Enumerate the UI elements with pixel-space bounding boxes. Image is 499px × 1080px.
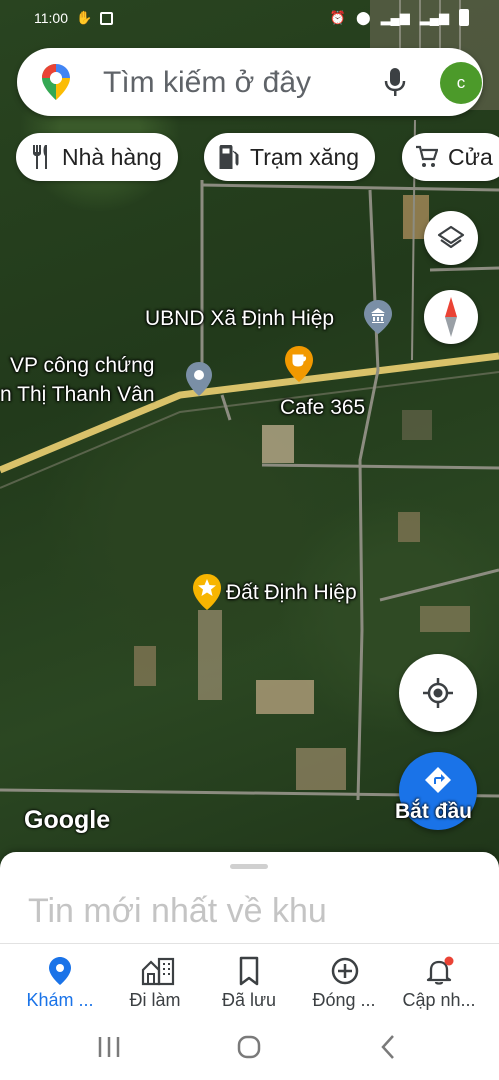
government-pin-icon[interactable] — [364, 300, 392, 334]
nav-label: Khám ... — [26, 990, 94, 1010]
avatar[interactable]: c — [440, 62, 482, 104]
directions-icon — [425, 767, 451, 793]
add-circle-icon — [331, 957, 359, 985]
nav-label: Cập nh... — [402, 990, 476, 1010]
bookmark-icon — [239, 956, 259, 986]
compass-button[interactable] — [424, 290, 478, 344]
bottom-sheet[interactable]: Tin mới nhất về khu — [0, 852, 499, 952]
signal-icon-2: ▂▄▆ — [419, 9, 449, 25]
chip-label: Nhà hàng — [62, 143, 162, 170]
office-pin-icon[interactable] — [186, 362, 212, 396]
nav-label: Đã lưu — [221, 990, 277, 1010]
map-label-vp-line2[interactable]: n Thị Thanh Vân — [0, 383, 155, 407]
google-logo: Google — [24, 806, 111, 834]
chip-gas-stations[interactable]: Trạm xăng — [204, 133, 376, 181]
map-view[interactable]: UBND Xã Định Hiệp VP công chứng n Thị Th… — [0, 0, 499, 880]
status-bar: 11:00 ✋ ⏰ ⬤ ▂▄▆ ▂▄▆ — [0, 0, 499, 36]
mic-icon[interactable] — [380, 66, 410, 98]
chip-label: Cửa — [448, 143, 493, 170]
home-icon[interactable] — [236, 1034, 262, 1060]
sheet-title: Tin mới nhất về khu — [28, 892, 327, 930]
category-chips: Nhà hàng Trạm xăng Cửa — [0, 133, 499, 183]
nav-tab-contribute[interactable]: Đóng ... — [294, 944, 394, 1026]
start-button-label[interactable]: Bắt đầu — [395, 800, 472, 824]
nav-tab-explore[interactable]: Khám ... — [10, 944, 110, 1026]
back-icon[interactable] — [378, 1034, 398, 1060]
layers-button[interactable] — [424, 211, 478, 265]
status-time: 11:00 — [34, 10, 68, 26]
notification-icon: ✋ — [76, 10, 93, 25]
gas-station-icon — [219, 145, 239, 169]
map-label-vp-line1[interactable]: VP công chứng — [10, 354, 154, 378]
battery-icon — [459, 9, 469, 26]
nav-label: Đóng ... — [312, 990, 376, 1010]
google-maps-logo-icon — [42, 64, 70, 100]
search-bar[interactable]: Tìm kiếm ở đây c — [17, 48, 483, 116]
recent-apps-icon[interactable] — [96, 1035, 122, 1059]
compass-icon — [445, 297, 457, 337]
location-status-icon: ⬤ — [356, 9, 371, 25]
search-input[interactable]: Tìm kiếm ở đây — [103, 66, 311, 100]
system-nav-bar — [0, 1025, 499, 1080]
bottom-nav: Khám ... Đi làm Đã lưu Đóng ... Cập nh..… — [0, 943, 499, 1025]
explore-pin-icon — [49, 957, 71, 985]
nav-label: Đi làm — [129, 990, 181, 1010]
chip-shopping[interactable]: Cửa — [402, 133, 499, 181]
my-location-icon — [423, 678, 453, 708]
alarm-icon: ⏰ — [329, 9, 346, 25]
cafe-pin-icon[interactable] — [285, 346, 313, 382]
restaurant-icon — [33, 145, 47, 169]
chip-label: Trạm xăng — [250, 143, 360, 170]
nav-tab-commute[interactable]: Đi làm — [105, 944, 205, 1026]
shopping-cart-icon — [416, 145, 438, 167]
map-label-ubnd[interactable]: UBND Xã Định Hiệp — [145, 307, 334, 331]
checkbox-notification-icon — [100, 11, 114, 25]
my-location-button[interactable] — [399, 654, 477, 732]
map-label-dat[interactable]: Đất Định Hiệp — [226, 581, 357, 605]
map-label-cafe[interactable]: Cafe 365 — [280, 396, 365, 420]
nav-tab-updates[interactable]: Cập nh... — [389, 944, 489, 1026]
starred-place-pin-icon[interactable] — [193, 574, 221, 610]
signal-icon: ▂▄▆ — [380, 9, 410, 25]
map-satellite-layer — [0, 0, 499, 801]
commute-icon — [141, 957, 175, 986]
nav-tab-saved[interactable]: Đã lưu — [199, 944, 299, 1026]
notification-bell-icon — [426, 956, 454, 985]
chip-restaurants[interactable]: Nhà hàng — [16, 133, 178, 181]
layers-icon — [437, 225, 465, 249]
sheet-drag-handle[interactable] — [230, 864, 268, 869]
